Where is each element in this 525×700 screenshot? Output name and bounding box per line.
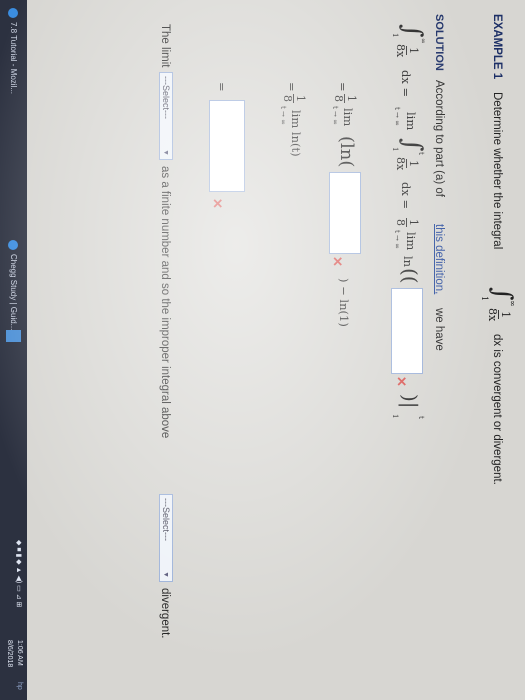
upper-limit-1: ∞ — [419, 38, 427, 44]
browser-icon — [8, 240, 19, 250]
firefox-icon — [8, 8, 19, 18]
screen-glare — [0, 0, 525, 700]
integrand-fraction: 1 8x — [486, 308, 512, 322]
answer-input-1[interactable] — [391, 288, 423, 374]
taskbar-item-chegg[interactable]: Chegg Study | Guid... — [6, 240, 21, 330]
answer-input-3[interactable] — [209, 100, 245, 192]
lower-limit-2: 1 — [391, 147, 399, 152]
equals-3: = — [285, 82, 299, 92]
incorrect-icon-2: ✕ — [330, 256, 345, 267]
incorrect-icon-3: ✕ — [210, 198, 225, 209]
integral-sign: ∫ — [487, 287, 517, 301]
t-to-inf-1: t → ∞ — [393, 107, 401, 126]
question-tail: dx is convergent or divergent. — [491, 334, 503, 485]
lim-3: lim — [341, 108, 355, 127]
equals-4: = — [215, 82, 229, 92]
eval-1: 1 — [391, 414, 399, 419]
question-text: Determine whether the integral — [491, 92, 503, 250]
conclusion-pre: The limit — [159, 24, 171, 68]
lower-limit-1: 1 — [391, 33, 399, 38]
screen: EXAMPLE 1 Determine whether the integral… — [0, 0, 525, 700]
tray-icons: ◆ ■ ▮ ◆ ▲ ◀) ▭ ⊿ ⊞ — [15, 540, 22, 608]
t-to-inf-3: t → ∞ — [331, 106, 339, 125]
integral-sign-1: ∫ — [397, 24, 427, 38]
ln-open-2: (ln( — [336, 136, 357, 168]
clock-time: 1:06 AM — [16, 640, 23, 666]
store-icon[interactable] — [6, 330, 21, 342]
dx-equals-2: dx = — [399, 182, 413, 210]
coef-fraction-3: 1 8 — [281, 94, 307, 103]
incorrect-icon-1: ✕ — [394, 376, 409, 387]
definition-link[interactable]: this definition, — [433, 224, 445, 294]
lim-2: lim — [404, 232, 418, 251]
answer-input-2[interactable] — [329, 172, 361, 254]
hp-logo: hp — [16, 682, 23, 690]
chevron-down-icon: ▼ — [162, 149, 170, 156]
taskbar: 7.8 Tutorial - Mozil... Chegg Study | Gu… — [0, 0, 27, 700]
integrand-fraction-2: 1 8x — [394, 157, 420, 171]
integrand-fraction-1: 1 8x — [394, 44, 420, 58]
equals-2: = — [336, 82, 350, 92]
taskbar-item-firefox[interactable]: 7.8 Tutorial - Mozil... — [6, 8, 21, 94]
ln-1: ln — [401, 256, 415, 268]
t-to-inf-2: t → ∞ — [393, 230, 401, 249]
integral-sign-2: ∫ — [397, 138, 427, 152]
conclusion-post: divergent. — [159, 588, 171, 639]
lim-1: lim — [404, 112, 418, 131]
eval-bar-1: )| — [398, 394, 422, 409]
coef-fraction-2: 1 8 — [332, 94, 358, 103]
dx-equals-1: dx = — [399, 70, 413, 98]
solution-intro-tail: we have — [433, 308, 445, 351]
upper-t: t — [417, 152, 425, 155]
limit-select[interactable]: ---Select--- ▼ — [159, 72, 173, 160]
chevron-down-icon: ▼ — [162, 571, 170, 578]
conclusion-mid: as a finite number and so the improper i… — [159, 166, 171, 439]
solution-intro: According to part (a) of — [433, 80, 445, 197]
upper-limit: ∞ — [508, 300, 517, 307]
paren-open-1: (( — [398, 268, 422, 284]
solution-label: SOLUTION — [433, 14, 445, 71]
example-label: EXAMPLE 1 — [491, 14, 503, 80]
minus-ln1: ) − ln(1) — [337, 278, 351, 327]
coef-fraction-1: 1 8 — [394, 218, 420, 227]
clock-date: 8/6/2018 — [6, 640, 13, 668]
lim-lnt: lim ln(t) — [289, 110, 303, 157]
convergence-select[interactable]: ---Select--- ▼ — [159, 494, 173, 582]
t-to-inf-4: t → ∞ — [279, 106, 287, 125]
lower-limit: 1 — [480, 296, 489, 302]
eval-t: t — [417, 416, 425, 419]
